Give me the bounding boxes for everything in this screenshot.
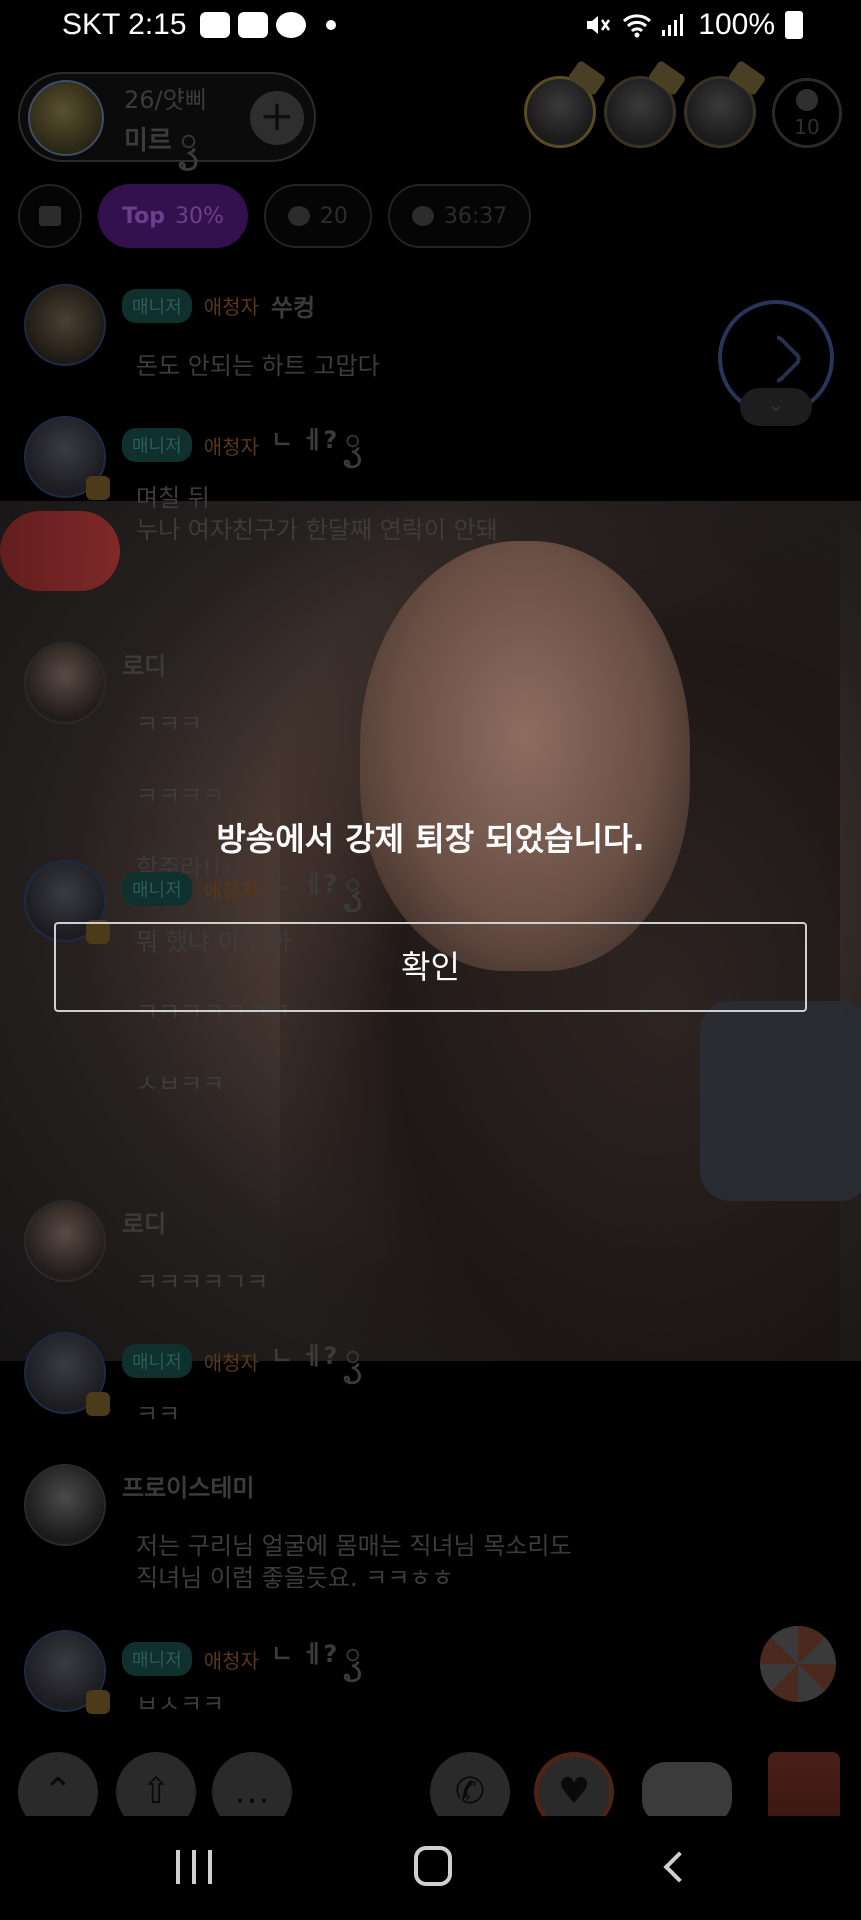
recent-apps-icon[interactable] (176, 1850, 212, 1884)
gallery-icon (238, 12, 268, 38)
home-icon[interactable] (414, 1846, 452, 1886)
spoon-icon (200, 12, 230, 38)
mute-icon (584, 12, 612, 38)
status-bar: SKT 2:15 100% (0, 0, 861, 56)
signal-icon (660, 12, 688, 38)
carrier-time: SKT 2:15 (62, 8, 187, 41)
confirm-button[interactable]: 확인 (54, 922, 807, 1012)
messenger-icon (276, 12, 306, 38)
back-icon[interactable] (663, 1851, 695, 1883)
system-status: 100% (584, 8, 803, 42)
kicked-message: 방송에서 강제 퇴장 되었습니다. (216, 820, 645, 858)
notification-icons (200, 12, 336, 38)
navigation-bar (0, 1816, 861, 1920)
more-notifications-dot (326, 20, 336, 30)
battery-icon (785, 11, 803, 39)
wifi-icon (622, 12, 652, 38)
dialog-overlay: 방송에서 강제 퇴장 되었습니다. 확인 (0, 56, 861, 1816)
battery-percent: 100% (698, 8, 775, 41)
